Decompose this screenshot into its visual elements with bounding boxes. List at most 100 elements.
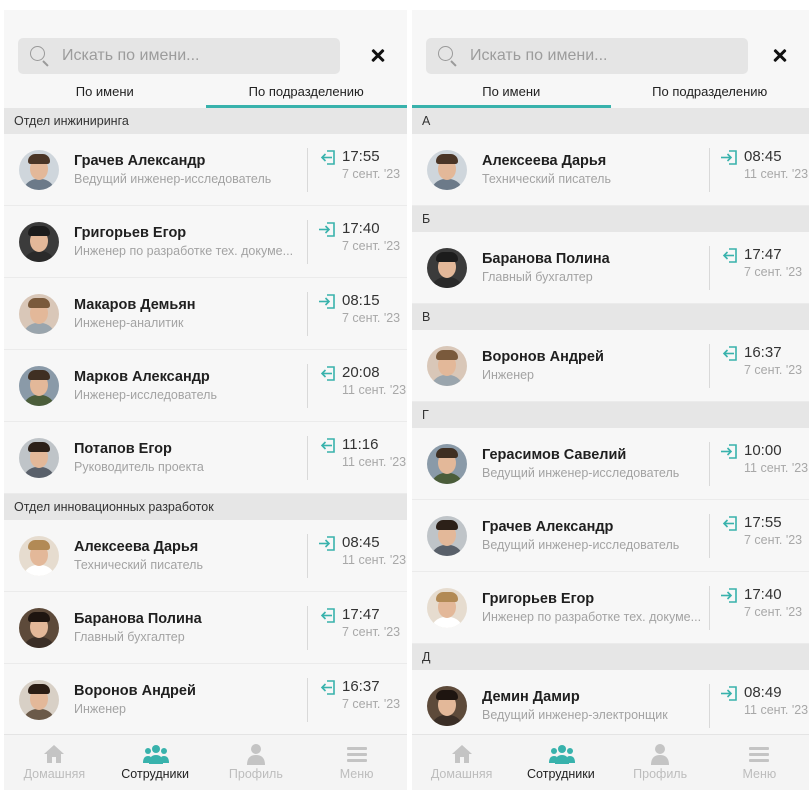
employee-row[interactable]: Грачев Александр Ведущий инженер-исследов… bbox=[4, 134, 407, 206]
employee-position: Инженер bbox=[482, 368, 535, 382]
event-time: 08:45 bbox=[342, 534, 380, 551]
nav-menu[interactable]: Меню bbox=[306, 735, 407, 790]
employee-position: Инженер-аналитик bbox=[74, 316, 184, 330]
bottom-nav: Домашняя Сотрудники Профиль Меню bbox=[4, 734, 407, 790]
event-time: 17:47 bbox=[342, 606, 380, 623]
employee-row[interactable]: Воронов Андрей Инженер 16:37 7 сент. '23 bbox=[4, 664, 407, 734]
exit-icon bbox=[318, 150, 336, 165]
tab-by-department[interactable]: По подразделению bbox=[205, 80, 408, 108]
last-event: 17:47 7 сент. '23 bbox=[307, 606, 407, 650]
avatar bbox=[19, 293, 59, 334]
employee-list[interactable]: А Алексеева Дарья Технический писатель 08:4… bbox=[412, 108, 809, 734]
employee-position: Инженер-исследователь bbox=[74, 388, 217, 402]
event-date: 7 сент. '23 bbox=[744, 533, 803, 547]
close-icon[interactable] bbox=[769, 45, 791, 67]
nav-home[interactable]: Домашняя bbox=[4, 735, 105, 790]
last-event: 16:37 7 сент. '23 bbox=[307, 678, 407, 722]
nav-employees[interactable]: Сотрудники bbox=[105, 735, 206, 790]
tab-by-name[interactable]: По имени bbox=[412, 80, 611, 108]
event-date: 11 сент. '23 bbox=[744, 703, 809, 717]
nav-profile[interactable]: Профиль bbox=[206, 735, 307, 790]
event-date: 11 сент. '23 bbox=[342, 383, 407, 397]
search-field[interactable] bbox=[426, 38, 748, 74]
last-event: 08:45 11 сент. '23 bbox=[307, 534, 407, 578]
employee-row[interactable]: Алексеева Дарья Технический писатель 08:45… bbox=[412, 134, 809, 206]
close-icon[interactable] bbox=[367, 45, 389, 67]
avatar bbox=[427, 587, 467, 628]
employee-row[interactable]: Баранова Полина Главный бухгалтер 17:47 7 с… bbox=[412, 232, 809, 304]
employee-position: Ведущий инженер-исследователь bbox=[482, 466, 680, 480]
nav-menu-label: Меню bbox=[742, 767, 777, 781]
screen-by-department: По имени По подразделению Отдел инжинири… bbox=[4, 10, 407, 790]
employee-row[interactable]: Баранова Полина Главный бухгалтер 17:47 7 с… bbox=[4, 592, 407, 664]
avatar bbox=[427, 685, 467, 726]
search-input[interactable] bbox=[62, 47, 312, 65]
bottom-nav: Домашняя Сотрудники Профиль Меню bbox=[412, 734, 809, 790]
last-event: 17:55 7 сент. '23 bbox=[307, 148, 407, 192]
nav-menu[interactable]: Меню bbox=[710, 735, 809, 790]
avatar bbox=[427, 149, 467, 190]
people-icon bbox=[143, 743, 170, 765]
entry-icon bbox=[720, 588, 738, 603]
nav-employees[interactable]: Сотрудники bbox=[511, 735, 610, 790]
entry-icon bbox=[318, 222, 336, 237]
nav-employees-label: Сотрудники bbox=[527, 767, 595, 781]
event-time: 20:08 bbox=[342, 364, 380, 381]
employee-row[interactable]: Демин Дамир Ведущий инженер-электронщик 08… bbox=[412, 670, 809, 734]
section-header: Д bbox=[412, 644, 809, 670]
entry-icon bbox=[318, 536, 336, 551]
event-time: 16:37 bbox=[744, 344, 782, 361]
search-icon bbox=[28, 44, 52, 68]
event-time: 08:15 bbox=[342, 292, 380, 309]
profile-icon bbox=[648, 743, 672, 765]
event-time: 17:55 bbox=[342, 148, 380, 165]
nav-profile[interactable]: Профиль bbox=[611, 735, 710, 790]
event-date: 7 сент. '23 bbox=[342, 311, 401, 325]
section-header: Б bbox=[412, 206, 809, 232]
event-time: 08:49 bbox=[744, 684, 782, 701]
search-input[interactable] bbox=[470, 47, 720, 65]
last-event: 17:47 7 сент. '23 bbox=[709, 246, 809, 290]
employee-row[interactable]: Марков Александр Инженер-исследователь 20:… bbox=[4, 350, 407, 422]
employee-row[interactable]: Воронов Андрей Инженер 16:37 7 сент. '23 bbox=[412, 330, 809, 402]
event-date: 11 сент. '23 bbox=[342, 455, 407, 469]
event-time: 10:00 bbox=[744, 442, 782, 459]
nav-home-label: Домашняя bbox=[23, 767, 86, 781]
employee-row[interactable]: Григорьев Егор Инженер по разработке тех.… bbox=[412, 572, 809, 644]
section-header: В bbox=[412, 304, 809, 330]
avatar bbox=[19, 437, 59, 478]
nav-home[interactable]: Домашняя bbox=[412, 735, 511, 790]
employee-position: Главный бухгалтер bbox=[74, 630, 185, 644]
employee-row[interactable]: Макаров Демьян Инженер-аналитик 08:15 7 сен… bbox=[4, 278, 407, 350]
nav-home-label: Домашняя bbox=[430, 767, 493, 781]
entry-icon bbox=[720, 686, 738, 701]
event-time: 17:40 bbox=[342, 220, 380, 237]
tab-by-department[interactable]: По подразделению bbox=[611, 80, 809, 108]
avatar bbox=[19, 535, 59, 576]
employee-row[interactable]: Герасимов Савелий Ведущий инженер-исследо… bbox=[412, 428, 809, 500]
employee-position: Технический писатель bbox=[482, 172, 611, 186]
search-bar bbox=[4, 10, 407, 74]
exit-icon bbox=[720, 346, 738, 361]
tab-by-name[interactable]: По имени bbox=[4, 80, 206, 108]
last-event: 10:00 11 сент. '23 bbox=[709, 442, 809, 486]
employee-row[interactable]: Алексеева Дарья Технический писатель 08:45… bbox=[4, 520, 407, 592]
event-time: 11:16 bbox=[342, 436, 379, 453]
employee-row[interactable]: Потапов Егор Руководитель проекта 11:16 11 … bbox=[4, 422, 407, 494]
avatar bbox=[19, 679, 59, 720]
employee-position: Руководитель проекта bbox=[74, 460, 204, 474]
menu-icon bbox=[345, 743, 369, 765]
employee-position: Ведущий инженер-исследователь bbox=[74, 172, 272, 186]
exit-icon bbox=[318, 366, 336, 381]
employee-position: Инженер по разработке тех. докуме... bbox=[482, 610, 702, 624]
employee-row[interactable]: Грачев Александр Ведущий инженер-исследов… bbox=[412, 500, 809, 572]
employee-position: Технический писатель bbox=[74, 558, 203, 572]
employee-row[interactable]: Григорьев Егор Инженер по разработке тех.… bbox=[4, 206, 407, 278]
event-date: 11 сент. '23 bbox=[744, 167, 809, 181]
search-field[interactable] bbox=[18, 38, 340, 74]
exit-icon bbox=[720, 248, 738, 263]
employee-list[interactable]: Отдел инжиниринга Грачев Александр Ведущий… bbox=[4, 108, 407, 734]
event-time: 08:45 bbox=[744, 148, 782, 165]
employee-position: Ведущий инженер-электронщик bbox=[482, 708, 668, 722]
avatar bbox=[19, 607, 59, 648]
